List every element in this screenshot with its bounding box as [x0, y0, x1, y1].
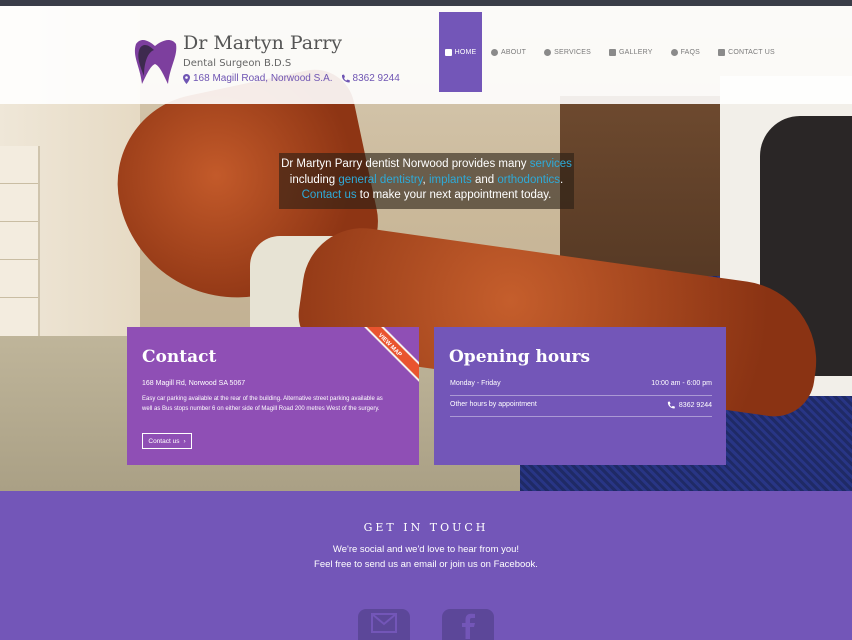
- nav-faqs-label: FAQs: [680, 48, 701, 56]
- parking-info: Easy car parking available at the rear o…: [142, 396, 383, 412]
- phone-link[interactable]: 8362 9244: [341, 73, 400, 84]
- hours-row-label: Monday - Friday: [450, 380, 501, 387]
- contact-us-button-label: Contact us: [148, 437, 180, 445]
- brand-subtitle: Dental Surgeon B.D.S: [183, 58, 292, 69]
- nav-about[interactable]: About: [482, 12, 535, 92]
- phone-icon: [667, 401, 675, 409]
- general-dentistry-link[interactable]: general dentistry: [338, 174, 422, 186]
- orthodontics-link[interactable]: orthodontics: [497, 174, 560, 186]
- intro-text-1: Dr Martyn Parry dentist Norwood provides…: [281, 158, 530, 170]
- hours-row-value: 8362 9244: [678, 401, 712, 409]
- email-button[interactable]: [358, 609, 410, 640]
- hours-phone[interactable]: 8362 9244: [667, 401, 712, 409]
- intro-text-2: including: [289, 173, 339, 186]
- opening-hours-card: Opening hours Monday - Friday 10:00 am -…: [434, 327, 726, 465]
- get-in-touch-title: GET IN TOUCH: [363, 521, 489, 534]
- social-text-line-1: We're social and we'd love to hear from …: [332, 544, 520, 555]
- hours-row-value: 10:00 am - 6:00 pm: [651, 380, 712, 387]
- intro-and: and: [471, 173, 498, 186]
- map-pin-icon: [183, 73, 190, 84]
- nav-services-label: Services: [554, 48, 591, 56]
- implants-link[interactable]: implants: [429, 174, 472, 186]
- facebook-icon: [462, 613, 475, 639]
- contact-card: Contact 168 Magill Rd, Norwood SA 5067 E…: [127, 327, 419, 465]
- phone-icon: [341, 74, 350, 83]
- nav-faqs[interactable]: FAQs: [662, 12, 709, 92]
- hours-row: Other hours by appointment 8362 9244: [450, 401, 712, 409]
- nav-about-label: About: [501, 48, 527, 56]
- home-icon: [444, 48, 452, 56]
- get-in-touch-section: GET IN TOUCH We're social and we'd love …: [0, 491, 852, 640]
- contact-card-title: Contact: [142, 347, 217, 367]
- divider: [450, 416, 712, 417]
- image-icon: [609, 48, 616, 56]
- email-icon: [371, 613, 397, 633]
- question-icon: [670, 48, 678, 56]
- contact-us-link[interactable]: Contact us: [302, 189, 357, 201]
- nav-contact-label: Contact us: [728, 48, 775, 56]
- brand-name[interactable]: Dr Martyn Parry: [183, 32, 342, 54]
- view-map-ribbon[interactable]: VIEW MAP: [350, 327, 419, 385]
- facebook-button[interactable]: [442, 609, 494, 640]
- opening-hours-title: Opening hours: [449, 347, 591, 367]
- nav-contact[interactable]: Contact us: [709, 12, 784, 92]
- address-text: 168 Magill Road, Norwood S.A.: [193, 73, 333, 84]
- nav-gallery[interactable]: Gallery: [600, 12, 662, 92]
- hours-row: Monday - Friday 10:00 am - 6:00 pm: [450, 380, 712, 387]
- site-header: Dr Martyn Parry Dental Surgeon B.D.S 168…: [0, 6, 852, 104]
- divider: [450, 395, 712, 396]
- gear-icon: [544, 48, 552, 56]
- info-icon: [491, 48, 498, 56]
- brand-contact: 168 Magill Road, Norwood S.A. 8362 9244: [183, 73, 400, 84]
- contact-us-button[interactable]: Contact us ›: [142, 433, 192, 449]
- social-text-line-2: Feel free to send us an email or join us…: [314, 559, 538, 570]
- hero-intro: Dr Martyn Parry dentist Norwood provides…: [279, 153, 574, 209]
- nav-home-label: Home: [454, 48, 477, 56]
- nav-home[interactable]: Home: [439, 12, 482, 92]
- services-link[interactable]: services: [530, 158, 572, 170]
- nav-gallery-label: Gallery: [619, 48, 653, 56]
- intro-dot: .: [560, 173, 564, 186]
- envelope-icon: [718, 48, 726, 56]
- address-link[interactable]: 168 Magill Road, Norwood S.A.: [183, 73, 333, 84]
- tooth-logo-icon[interactable]: [132, 36, 178, 86]
- main-nav: Home About Services Gallery FAQs Contact…: [439, 12, 784, 92]
- intro-text-3: to make your next appointment today.: [356, 189, 552, 201]
- contact-address: 168 Magill Rd, Norwood SA 5067: [142, 380, 246, 387]
- hours-row-label: Other hours by appointment: [450, 401, 537, 408]
- nav-services[interactable]: Services: [535, 12, 600, 92]
- phone-text: 8362 9244: [352, 73, 400, 84]
- chevron-right-icon: ›: [183, 437, 186, 445]
